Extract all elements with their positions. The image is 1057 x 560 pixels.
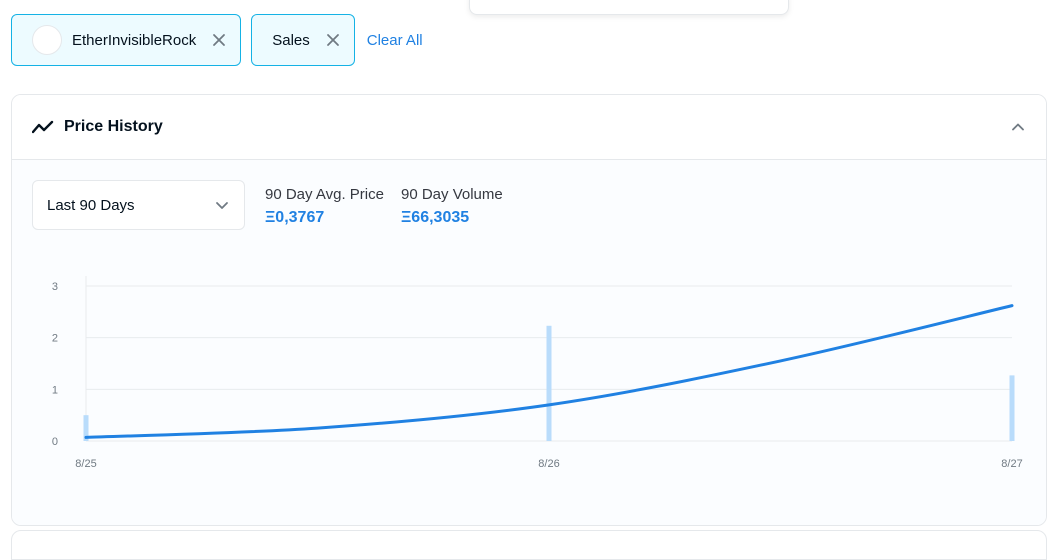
filter-pill-collection-label: EtherInvisibleRock <box>72 31 197 49</box>
price-history-chart: 0 1 2 3 8/25 8/26 8/27 <box>52 276 1023 470</box>
y-tick-label: 1 <box>52 384 58 396</box>
price-history-header[interactable]: Price History <box>12 95 1046 160</box>
y-tick-label: 2 <box>52 333 58 345</box>
collection-avatar <box>32 25 62 55</box>
trending-line-icon <box>32 120 54 134</box>
next-panel-edge <box>11 530 1047 560</box>
y-tick-label: 3 <box>52 281 58 293</box>
price-history-panel: Price History Last 90 Days 90 Day Avg. P… <box>11 94 1047 526</box>
volume-bar <box>546 325 552 441</box>
price-history-body: Last 90 Days 90 Day Avg. Price Ξ0,3767 9… <box>12 160 1046 525</box>
active-filters: EtherInvisibleRock Sales Clear All <box>11 14 425 66</box>
volume-bar <box>1009 375 1015 441</box>
x-tick-label: 8/26 <box>538 458 559 470</box>
chevron-up-icon[interactable] <box>1010 119 1026 135</box>
x-tick-label: 8/25 <box>75 458 96 470</box>
clear-all-link[interactable]: Clear All <box>365 32 425 49</box>
panel-title: Price History <box>64 118 163 135</box>
filter-pill-event[interactable]: Sales <box>251 14 355 66</box>
filter-pill-collection[interactable]: EtherInvisibleRock <box>11 14 242 66</box>
close-icon[interactable] <box>326 33 340 47</box>
close-icon[interactable] <box>212 33 226 47</box>
dropdown-overlay <box>469 0 789 15</box>
x-tick-label: 8/27 <box>1001 458 1022 470</box>
y-tick-label: 0 <box>52 436 58 448</box>
filter-pill-event-label: Sales <box>272 31 310 49</box>
